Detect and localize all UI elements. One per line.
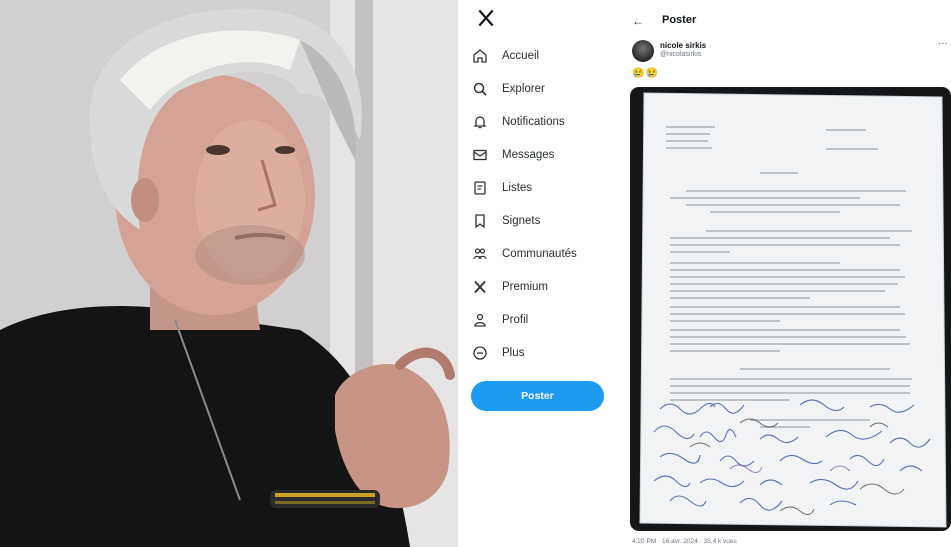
search-icon	[472, 81, 488, 97]
sidebar-item-label: Profil	[502, 314, 529, 326]
sidebar-item-label: Explorer	[502, 83, 545, 95]
home-icon	[472, 48, 488, 64]
sidebar-item-label: Messages	[502, 149, 555, 161]
sidebar-item-explore[interactable]: Explorer	[472, 76, 545, 102]
more-options-icon[interactable]: ···	[938, 38, 948, 49]
sidebar-item-bookmarks[interactable]: Signets	[472, 208, 540, 234]
sidebar-item-label: Premium	[502, 281, 549, 293]
bell-icon	[472, 114, 488, 130]
handwritten-letter-photo	[639, 92, 947, 528]
sidebar-item-label: Notifications	[502, 116, 565, 128]
sidebar-item-lists[interactable]: Listes	[472, 175, 532, 201]
portrait-illustration	[0, 0, 458, 547]
page-title: Poster	[662, 14, 697, 26]
more-circle-icon	[472, 345, 488, 361]
sidebar-item-label: Accueil	[502, 50, 540, 62]
sidebar-item-messages[interactable]: Messages	[472, 142, 554, 168]
post-timestamp: 4:20 PM · 16 avr. 2024 · 35,4 k vues	[632, 538, 737, 545]
post-attachment-image[interactable]	[630, 87, 951, 531]
mail-icon	[472, 147, 488, 163]
communities-icon	[472, 246, 488, 262]
sidebar-item-home[interactable]: Accueil	[472, 43, 539, 69]
back-arrow-icon[interactable]: ←	[632, 14, 644, 28]
author-name[interactable]: nicole sirkis	[660, 41, 706, 50]
x-logo-icon[interactable]	[476, 8, 504, 36]
sidebar: Accueil Explorer Notifications Messages …	[458, 0, 618, 547]
bookmark-icon	[472, 213, 488, 229]
list-icon	[472, 180, 488, 196]
sidebar-item-communities[interactable]: Communautés	[472, 241, 577, 267]
post-button[interactable]: Poster	[471, 381, 604, 411]
author-handle[interactable]: @nicolasirkis	[660, 51, 701, 58]
avatar[interactable]	[632, 40, 654, 62]
post-detail: ← Poster nicole sirkis @nicolasirkis ···…	[618, 0, 951, 547]
sidebar-item-more[interactable]: Plus	[472, 340, 524, 366]
profile-icon	[472, 312, 488, 328]
sidebar-item-label: Signets	[502, 215, 541, 227]
x-premium-icon	[472, 279, 488, 295]
sidebar-item-premium[interactable]: Premium	[472, 274, 548, 300]
post-text: 😢😢	[632, 68, 659, 79]
sidebar-item-profile[interactable]: Profil	[472, 307, 528, 333]
sidebar-item-label: Plus	[502, 347, 525, 359]
sidebar-item-notifications[interactable]: Notifications	[472, 109, 565, 135]
sidebar-item-label: Listes	[502, 182, 533, 194]
portrait-photo	[0, 0, 458, 547]
sidebar-item-label: Communautés	[502, 248, 577, 260]
